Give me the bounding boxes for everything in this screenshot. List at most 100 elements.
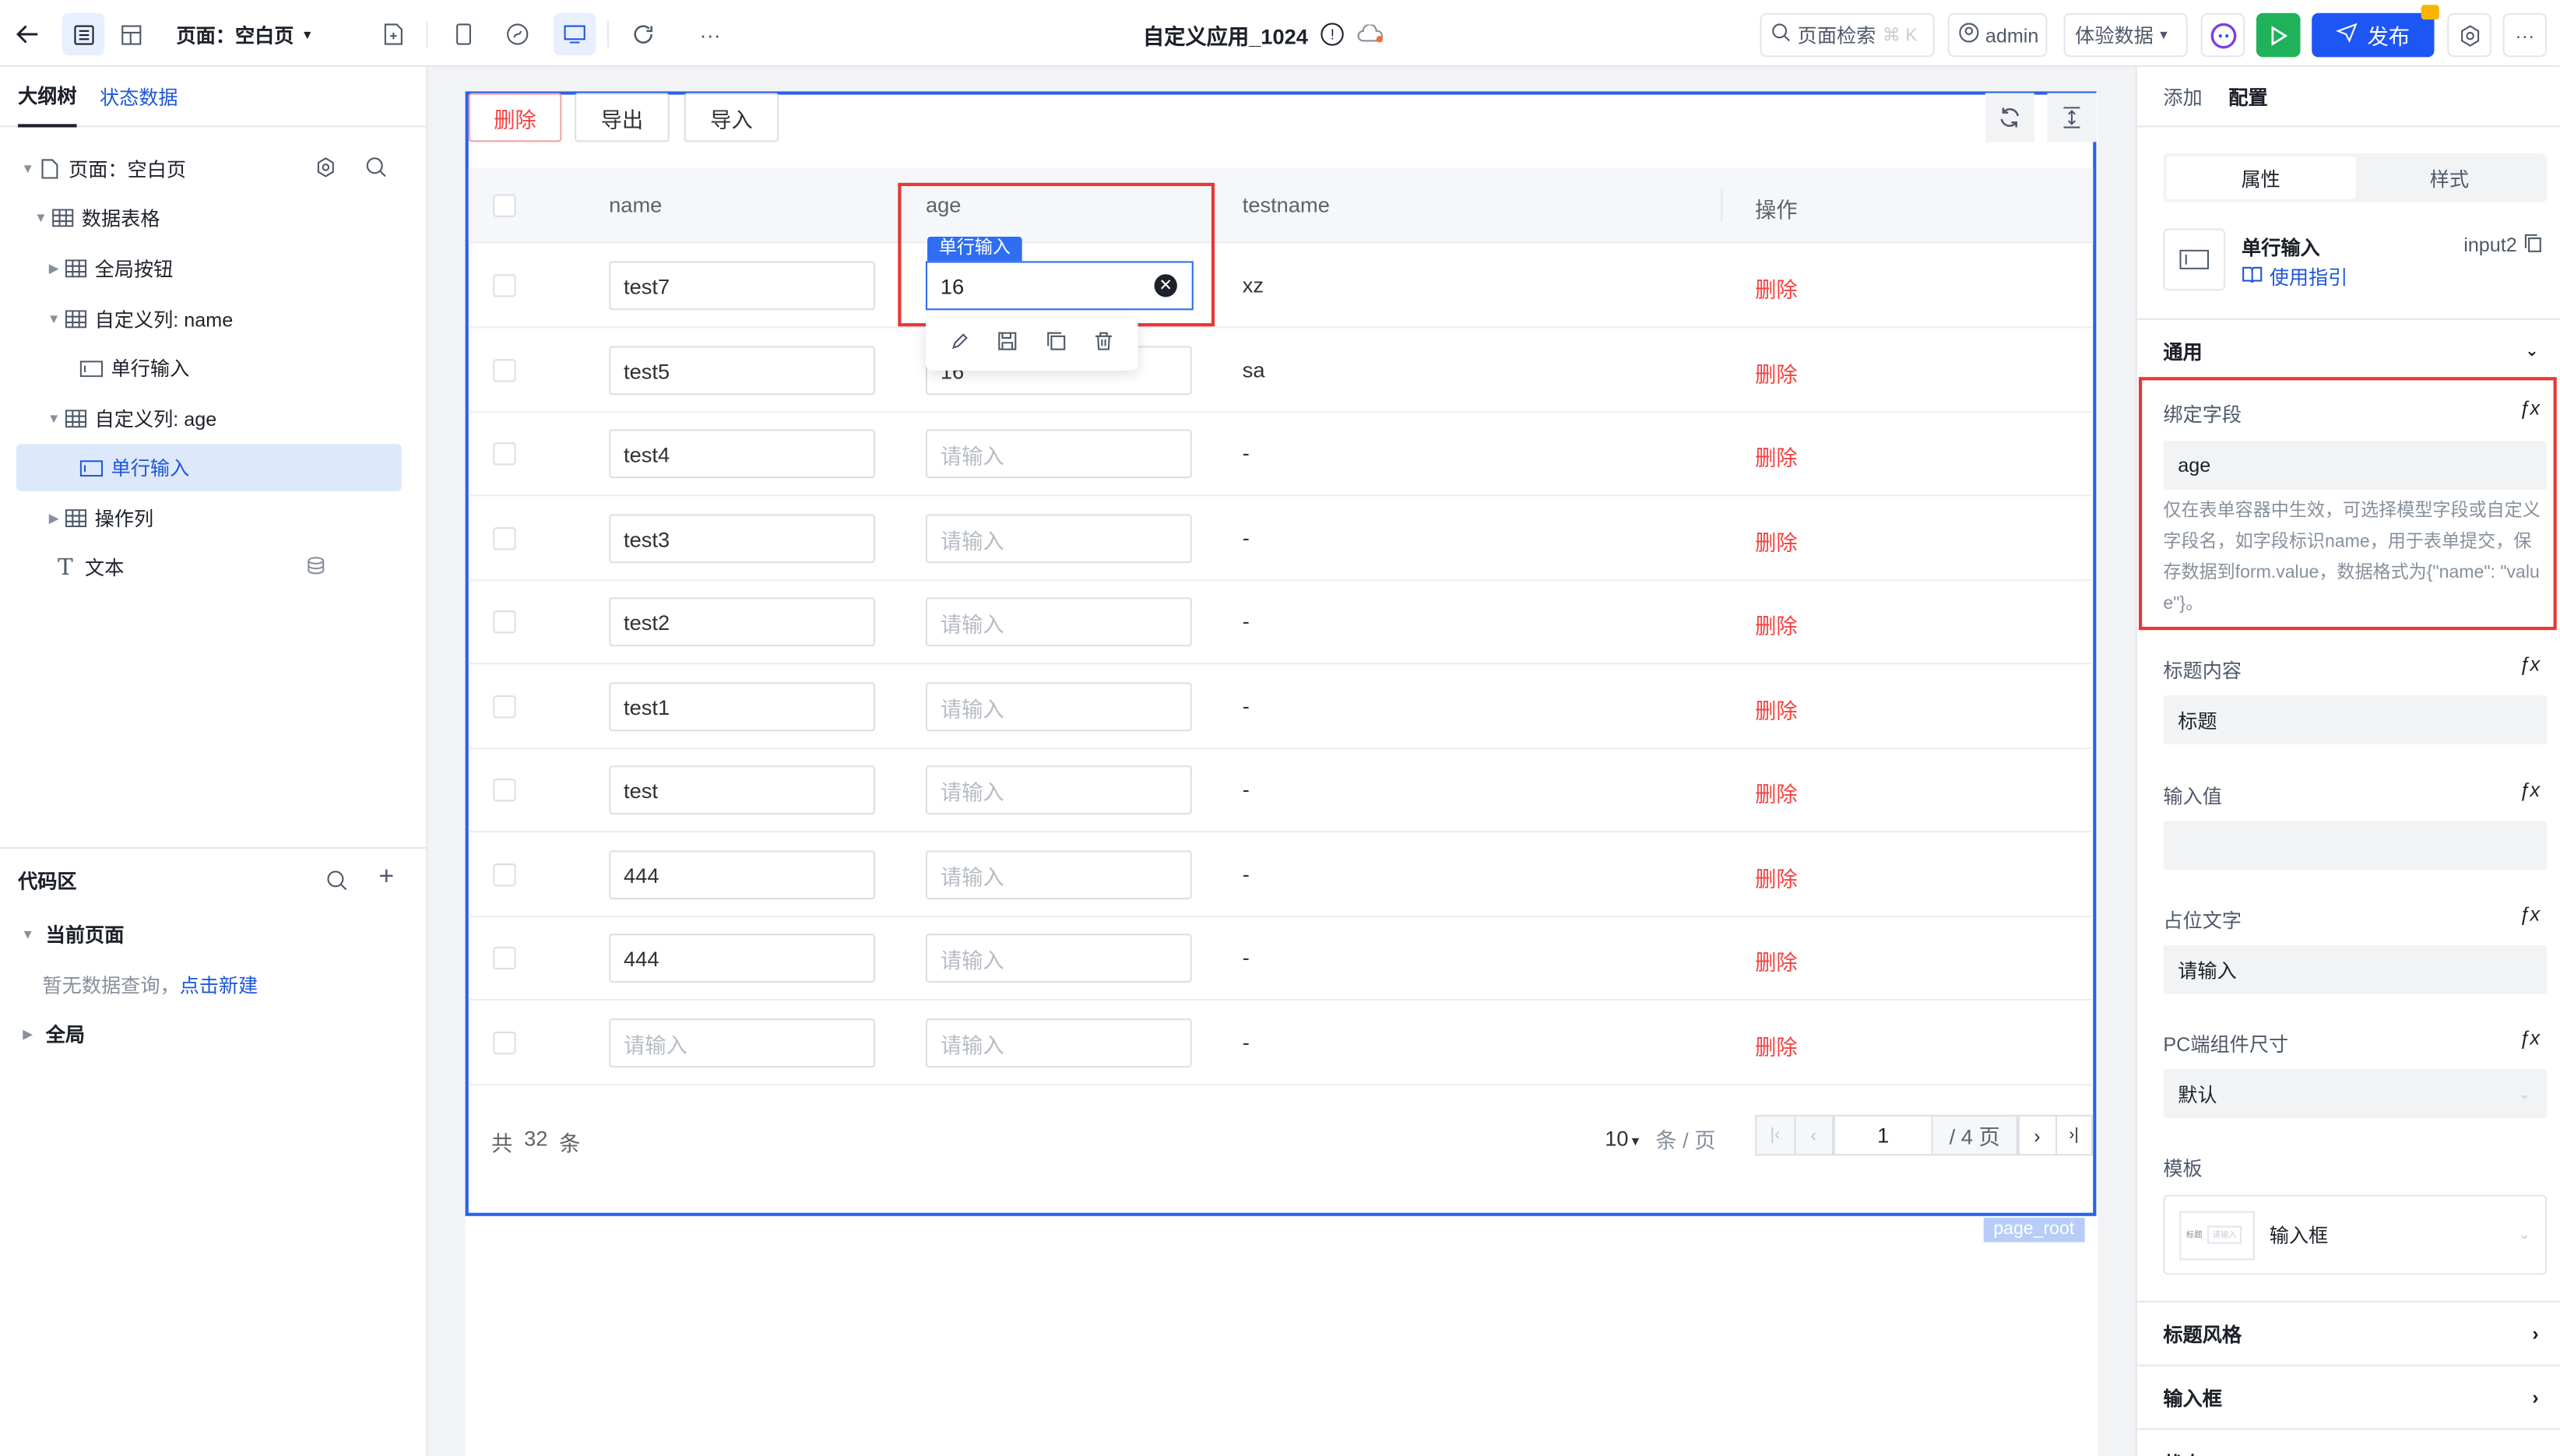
add-icon[interactable]: + — [378, 863, 394, 893]
ai-assistant-icon[interactable] — [2200, 12, 2245, 58]
tree-item-action-column[interactable]: ▶ 操作列 — [16, 494, 402, 542]
export-button[interactable]: 导出 — [575, 93, 670, 142]
row-checkbox[interactable] — [493, 946, 516, 970]
page-search-button[interactable]: 页面检索 ⌘ K — [1760, 12, 1935, 58]
name-input[interactable]: test1 — [609, 682, 875, 732]
gear-icon[interactable] — [315, 156, 336, 182]
caret-right-icon[interactable]: ▶ — [46, 511, 62, 526]
clear-input-icon[interactable]: ✕ — [1154, 274, 1177, 297]
caret-down-icon[interactable]: ▼ — [46, 411, 62, 426]
tab-add[interactable]: 添加 — [2163, 66, 2202, 127]
row-checkbox[interactable] — [493, 1031, 516, 1055]
code-create-link[interactable]: 点击新建 — [180, 971, 258, 999]
fx-expression-icon[interactable]: ƒx — [2520, 902, 2541, 925]
select-all-checkbox[interactable] — [493, 194, 516, 217]
tree-item-data-table[interactable]: ▼ 数据表格 — [16, 194, 402, 241]
copy-icon[interactable] — [1046, 329, 1066, 359]
name-input[interactable]: 444 — [609, 850, 875, 900]
add-page-icon[interactable] — [372, 13, 415, 56]
section-state[interactable]: 状态 — [2136, 1428, 2560, 1456]
more-menu-icon[interactable]: ··· — [2502, 12, 2548, 58]
tree-item-global-buttons[interactable]: ▶ 全局按钮 — [16, 244, 402, 292]
selected-component-tag[interactable]: 单行输入 — [927, 236, 1022, 262]
last-page-icon[interactable]: ›| — [2056, 1117, 2091, 1154]
row-checkbox[interactable] — [493, 610, 516, 634]
section-input-box[interactable]: 输入框 › — [2136, 1364, 2560, 1429]
age-input[interactable]: 请输入 — [925, 934, 1192, 983]
age-input[interactable]: 请输入 — [925, 597, 1192, 647]
page-size-select[interactable]: 10 ▾ 条 / 页 — [1605, 1123, 1715, 1154]
row-delete-link[interactable]: 删除 — [1755, 777, 1798, 808]
caret-down-icon[interactable]: ▼ — [19, 927, 36, 942]
row-checkbox[interactable] — [493, 359, 516, 382]
pc-size-select[interactable]: 默认 ⌄ — [2163, 1069, 2548, 1119]
column-height-icon[interactable] — [2047, 93, 2097, 142]
usage-guide-link[interactable]: 使用指引 — [2242, 263, 2347, 291]
row-checkbox[interactable] — [493, 527, 516, 550]
run-preview-button[interactable] — [2256, 12, 2301, 58]
settings-gear-icon[interactable] — [2447, 12, 2491, 58]
row-delete-link[interactable]: 删除 — [1755, 945, 1798, 976]
age-input[interactable]: 请输入 — [925, 514, 1192, 564]
caret-down-icon[interactable]: ▼ — [46, 311, 62, 326]
code-global[interactable]: ▶ 全局 — [16, 1011, 402, 1058]
more-icon[interactable]: ··· — [689, 13, 732, 56]
selected-age-input[interactable]: 16 — [925, 261, 1194, 311]
refresh-icon[interactable] — [622, 13, 665, 56]
column-header-name[interactable]: name — [609, 192, 662, 216]
placeholder-input[interactable]: 请输入 — [2163, 944, 2548, 994]
tree-item-column-age[interactable]: ▼ 自定义列: age — [16, 395, 402, 442]
name-input[interactable]: test7 — [609, 261, 875, 311]
age-input[interactable]: 请输入 — [925, 1018, 1192, 1068]
name-input[interactable]: test2 — [609, 597, 875, 647]
prev-page-icon[interactable]: ‹ — [1795, 1116, 1832, 1155]
layout-icon[interactable] — [109, 13, 152, 56]
tree-item-input-age[interactable]: 单行输入 — [16, 444, 402, 492]
save-icon[interactable] — [998, 329, 1018, 359]
copy-icon[interactable] — [2523, 234, 2541, 258]
input-value-input[interactable] — [2163, 821, 2548, 870]
row-delete-link[interactable]: 删除 — [1755, 694, 1798, 725]
segment-properties[interactable]: 属性 — [2166, 157, 2355, 199]
row-checkbox[interactable] — [493, 442, 516, 466]
page-root-tag[interactable]: page_root — [1983, 1217, 2084, 1243]
fx-expression-icon[interactable]: ƒx — [2520, 1027, 2541, 1050]
miniprogram-view-icon[interactable] — [496, 13, 539, 56]
row-delete-link[interactable]: 删除 — [1755, 357, 1798, 389]
section-general[interactable]: 通用 ⌄ — [2136, 318, 2560, 382]
age-input[interactable]: 请输入 — [925, 682, 1192, 732]
column-header-testname[interactable]: testname — [1243, 192, 1330, 216]
row-delete-link[interactable]: 删除 — [1755, 609, 1798, 640]
caret-right-icon[interactable]: ▶ — [19, 1027, 36, 1042]
fx-expression-icon[interactable]: ƒx — [2520, 653, 2541, 676]
info-icon[interactable]: ! — [1320, 23, 1345, 46]
name-input[interactable]: 444 — [609, 934, 875, 983]
row-checkbox[interactable] — [493, 863, 516, 887]
mobile-view-icon[interactable] — [442, 13, 485, 56]
age-input[interactable]: 请输入 — [925, 850, 1192, 900]
edit-pencil-icon[interactable] — [950, 329, 969, 359]
page-list-icon[interactable] — [62, 12, 105, 56]
tree-item-input-name[interactable]: 单行输入 — [16, 344, 402, 392]
row-checkbox[interactable] — [493, 274, 516, 297]
row-delete-link[interactable]: 删除 — [1755, 273, 1798, 304]
name-input[interactable]: test3 — [609, 514, 875, 564]
title-content-input[interactable]: 标题 — [2163, 695, 2548, 744]
fx-expression-icon[interactable]: ƒx — [2520, 396, 2541, 419]
name-input[interactable]: test4 — [609, 429, 875, 479]
name-input[interactable]: test5 — [609, 346, 875, 396]
row-checkbox[interactable] — [493, 695, 516, 719]
caret-down-icon[interactable]: ▼ — [19, 162, 36, 177]
table-refresh-icon[interactable] — [1985, 93, 2034, 142]
search-icon[interactable] — [326, 870, 347, 896]
back-arrow-icon[interactable] — [6, 13, 49, 56]
caret-down-icon[interactable]: ▼ — [33, 210, 49, 225]
tab-outline-tree[interactable]: 大纲树 — [18, 66, 77, 127]
desktop-view-icon[interactable] — [553, 12, 596, 56]
section-title-style[interactable]: 标题风格 › — [2136, 1300, 2560, 1365]
name-input[interactable]: test — [609, 765, 875, 815]
publish-button[interactable]: 发布 — [2312, 5, 2439, 58]
row-delete-link[interactable]: 删除 — [1755, 441, 1798, 472]
user-menu[interactable]: admin — [1947, 12, 2048, 58]
tree-item-page[interactable]: ▼ 页面：空白页 — [16, 146, 402, 193]
